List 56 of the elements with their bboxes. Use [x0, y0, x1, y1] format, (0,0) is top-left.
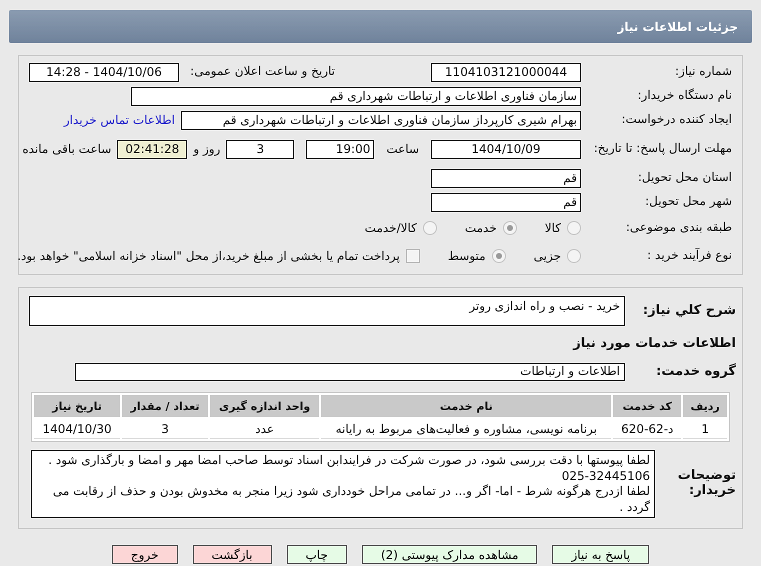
- table-cell: د-62-620: [613, 419, 682, 439]
- field-label: نوع فرآیند خرید :: [646, 249, 732, 263]
- column-header: واحد اندازه گیری: [210, 395, 320, 417]
- creator-field: بهرام شیری کارپرداز سازمان فناوری اطلاعات و ارتباطات شهرداری قم: [181, 110, 581, 130]
- action-button[interactable]: خروج: [112, 545, 178, 564]
- announce-date-field: 1404/10/06 - 14:28: [29, 62, 179, 82]
- need-number-field: 1104103121000044: [431, 62, 581, 82]
- province-field: قم: [431, 168, 581, 188]
- checkbox-label: پرداخت تمام یا بخشی از مبلغ خرید،از محل "اسناد خزانه اسلامی" خواهد بود.: [17, 249, 400, 263]
- field-label: نام دستگاه خریدار:: [636, 89, 732, 103]
- field-label: تاریخ و ساعت اعلان عمومی:: [189, 65, 335, 79]
- deadline-date-field: 1404/10/09: [431, 140, 581, 158]
- days-field: 3: [226, 140, 294, 158]
- time-label: ساعت: [386, 142, 419, 156]
- field-label: استان محل تحویل:: [636, 171, 732, 185]
- buyer-contact-link[interactable]: اطلاعات تماس خریدار: [64, 113, 175, 127]
- section-title: اطلاعات خدمات مورد نیاز: [572, 336, 736, 352]
- action-button[interactable]: پاسخ به نیاز: [552, 545, 650, 564]
- service-group-field: اطلاعات و ارتباطات: [75, 363, 625, 381]
- column-header: کد خدمت: [613, 395, 682, 417]
- column-header: تعداد / مقدار: [122, 395, 208, 417]
- field-label: شهر محل تحویل:: [644, 195, 732, 209]
- deadline-time-field: 19:00: [306, 140, 374, 158]
- field-label: شماره نیاز:: [674, 65, 732, 79]
- table-cell: برنامه نویسی، مشاوره و فعالیت‌های مربوط به رایانه: [321, 419, 612, 439]
- field-label: طبقه بندی موضوعی:: [624, 221, 732, 235]
- field-label: توضیحات خریدار:: [676, 469, 736, 500]
- note-line: لطفا ازدرج هرگونه شرط - اما- اگر و... در تمامی مراحل خودداری شود زیرا منجر به مخدوش بودن و حذف از رقابت می گردد .: [52, 484, 650, 516]
- table-cell: عدد: [210, 419, 320, 439]
- action-button[interactable]: بازگشت: [192, 545, 272, 564]
- field-label: شرح کلي نياز:: [642, 304, 736, 318]
- column-header: نام خدمت: [321, 395, 612, 417]
- field-label: مهلت ارسال پاسخ: تا تاریخ:: [592, 142, 732, 156]
- column-header: تاریخ نیاز: [34, 395, 120, 417]
- days-label: روز و: [193, 142, 220, 156]
- field-label: ایجاد کننده درخواست:: [620, 113, 732, 127]
- table-cell: 1: [683, 419, 727, 439]
- radio-label: کالا/خدمت: [364, 221, 417, 235]
- table-cell: 1404/10/30: [34, 419, 120, 439]
- description-field[interactable]: خرید - نصب و راه اندازی روتر: [29, 296, 625, 326]
- note-line: لطفا پیوستها با دقت بررسی شود، در صورت شرکت در فرایندابن اسناد توسط صاحب امضا مهر و امضا و بارگذاری شود .: [47, 453, 650, 469]
- radio-label: کالا: [544, 221, 561, 235]
- radio-label: خدمت: [464, 221, 497, 235]
- city-field: قم: [431, 192, 581, 212]
- table-cell: 3: [122, 419, 208, 439]
- remaining-time-field: 02:41:28: [117, 140, 188, 158]
- note-line: 025-32445106: [560, 468, 650, 484]
- buyer-org-field: سازمان فناوری اطلاعات و ارتباطات شهرداری قم: [131, 86, 581, 106]
- action-button[interactable]: مشاهده مدارک پیوستی (2): [362, 545, 538, 564]
- action-button[interactable]: چاپ: [286, 545, 347, 564]
- field-label: گروه خدمت:: [655, 364, 736, 380]
- radio-label: متوسط: [448, 249, 486, 263]
- page-header: جزئیات اطلاعات نیاز: [9, 10, 752, 43]
- column-header: ردیف: [683, 395, 727, 417]
- radio-label: جزیی: [534, 249, 561, 263]
- remaining-label: ساعت باقی مانده: [22, 142, 112, 156]
